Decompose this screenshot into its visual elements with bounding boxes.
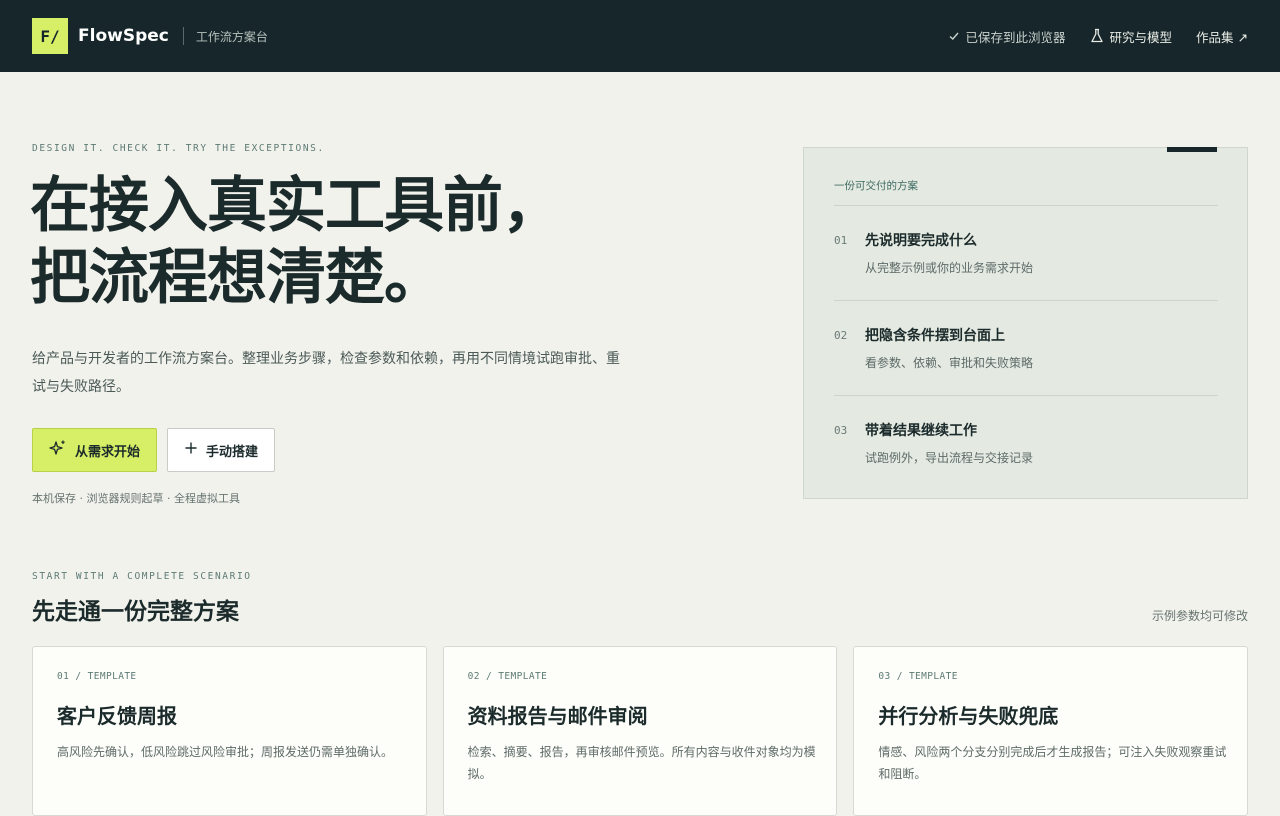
panel-step: 02 把隐含条件摆到台面上 看参数、依赖、审批和失败策略 — [834, 300, 1218, 395]
brand-name[interactable]: FlowSpec — [78, 26, 169, 46]
manual-build-label: 手动搭建 — [206, 444, 259, 460]
template-tag: 03 / TEMPLATE — [878, 671, 958, 682]
hero-note: 本机保存 · 浏览器规则起草 · 全程虚拟工具 — [32, 492, 240, 505]
template-description: 高风险先确认，低风险跳过风险审批；周报发送仍需单独确认。 — [57, 745, 394, 759]
start-from-requirements-button[interactable]: 从需求开始 — [32, 428, 158, 472]
panel-label: 一份可交付的方案 — [834, 180, 918, 192]
deliverable-panel: 一份可交付的方案 01 先说明要完成什么 从完整示例或你的业务需求开始 02 把… — [803, 147, 1248, 499]
top-nav: 已保存到此浏览器 研究与模型 作品集 ↗ — [948, 27, 1248, 46]
nav-research-link[interactable]: 研究与模型 — [1090, 27, 1173, 46]
sparkle-icon — [49, 439, 67, 461]
step-description: 看参数、依赖、审批和失败策略 — [865, 356, 1034, 370]
step-title: 带着结果继续工作 — [865, 423, 977, 439]
nav-portfolio-label: 作品集 ↗ — [1196, 29, 1248, 45]
saved-status: 已保存到此浏览器 — [948, 27, 1066, 46]
step-number: 02 — [834, 329, 848, 342]
saved-status-label: 已保存到此浏览器 — [965, 29, 1066, 45]
manual-build-button[interactable]: 手动搭建 — [167, 428, 276, 472]
section-title: 先走通一份完整方案 — [32, 599, 239, 625]
panel-step: 01 先说明要完成什么 从完整示例或你的业务需求开始 — [834, 205, 1218, 300]
brand-divider — [182, 27, 184, 45]
start-from-requirements-label: 从需求开始 — [75, 444, 141, 460]
template-card-report-email[interactable]: 02 / TEMPLATE 资料报告与邮件审阅 检索、摘要、报告，再审核邮件预览… — [442, 646, 838, 816]
step-title: 把隐含条件摆到台面上 — [865, 328, 1005, 344]
template-tag: 02 / TEMPLATE — [467, 671, 548, 682]
panel-accent-bar — [1167, 147, 1217, 152]
template-tag: 01 / TEMPLATE — [57, 671, 137, 682]
step-number: 01 — [834, 234, 848, 247]
logo-mark[interactable]: F/ — [32, 18, 68, 54]
panel-step-list: 01 先说明要完成什么 从完整示例或你的业务需求开始 02 把隐含条件摆到台面上… — [834, 205, 1218, 490]
template-description: 检索、摘要、报告，再审核邮件预览。所有内容与收件对象均为模拟。 — [467, 745, 816, 781]
hero-actions: 从需求开始 手动搭建 — [32, 428, 276, 472]
section-note: 示例参数均可修改 — [1151, 609, 1248, 623]
template-title: 并行分析与失败兜底 — [878, 704, 1059, 728]
top-header: F/ FlowSpec 工作流方案台 已保存到此浏览器 研究与模型 作品集 ↗ — [0, 0, 1280, 72]
template-title: 客户反馈周报 — [57, 704, 177, 728]
template-card-customer-feedback[interactable]: 01 / TEMPLATE 客户反馈周报 高风险先确认，低风险跳过风险审批；周报… — [32, 646, 427, 816]
step-number: 03 — [834, 424, 848, 437]
panel-step: 03 带着结果继续工作 试跑例外，导出流程与交接记录 — [834, 395, 1218, 490]
flask-icon — [1090, 28, 1104, 44]
section-eyebrow: START WITH A COMPLETE SCENARIO — [32, 571, 252, 582]
step-title: 先说明要完成什么 — [865, 233, 977, 249]
step-description: 从完整示例或你的业务需求开始 — [865, 261, 1034, 275]
check-icon — [948, 30, 960, 42]
template-card-parallel-analysis[interactable]: 03 / TEMPLATE 并行分析与失败兜底 情感、风险两个分支分别完成后才生… — [853, 646, 1249, 816]
step-description: 试跑例外，导出流程与交接记录 — [865, 451, 1034, 465]
hero-description: 给产品与开发者的工作流方案台。整理业务步骤，检查参数和依赖，再用不同情境试跑审批… — [32, 351, 620, 395]
plus-icon — [184, 441, 198, 459]
template-title: 资料报告与邮件审阅 — [467, 704, 648, 728]
hero-title: 在接入真实工具前， 把流程想清楚。 — [30, 170, 650, 314]
hero-title-line-1: 在接入真实工具前， — [30, 171, 562, 241]
hero-title-line-2: 把流程想清楚。 — [30, 243, 444, 313]
hero-eyebrow: DESIGN IT. CHECK IT. TRY THE EXCEPTIONS. — [32, 143, 325, 154]
brand-subtitle: 工作流方案台 — [195, 29, 268, 44]
nav-portfolio-link[interactable]: 作品集 ↗ — [1196, 27, 1248, 46]
template-cards: 01 / TEMPLATE 客户反馈周报 高风险先确认，低风险跳过风险审批；周报… — [32, 646, 1249, 816]
nav-research-label: 研究与模型 — [1109, 29, 1173, 45]
template-description: 情感、风险两个分支分别完成后才生成报告；可注入失败观察重试和阻断。 — [878, 745, 1227, 781]
